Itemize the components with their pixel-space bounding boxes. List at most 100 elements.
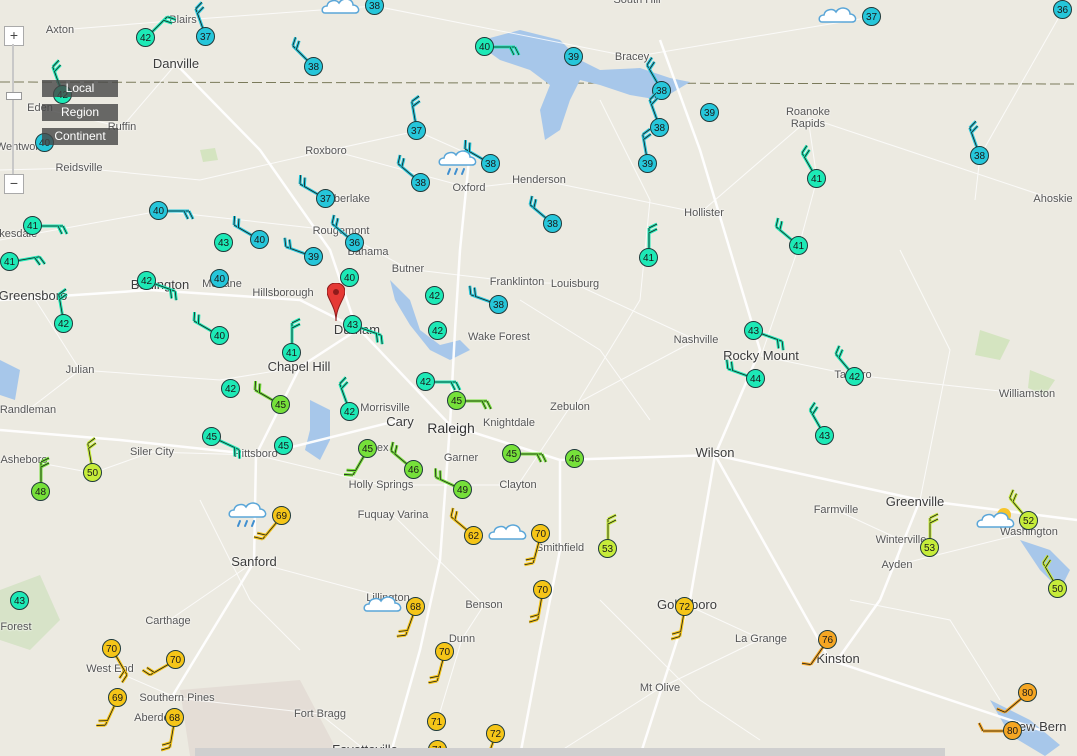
station-temperature[interactable]: 40: [210, 269, 229, 288]
place-label: Mt Olive: [639, 682, 681, 694]
station-temperature[interactable]: 46: [565, 449, 584, 468]
place-label: Sanford: [231, 554, 277, 569]
station-temperature[interactable]: 39: [564, 47, 583, 66]
station-temperature[interactable]: 70: [166, 650, 185, 669]
station-temperature[interactable]: 45: [358, 439, 377, 458]
station-temperature[interactable]: 37: [196, 27, 215, 46]
place-label: Williamston: [998, 388, 1056, 400]
station-temperature[interactable]: 41: [282, 343, 301, 362]
station-temperature[interactable]: 50: [83, 463, 102, 482]
station-temperature[interactable]: 38: [543, 214, 562, 233]
station-temperature[interactable]: 70: [435, 642, 454, 661]
place-label: Roanoke Rapids: [785, 106, 831, 130]
place-label: Wilson: [695, 445, 735, 460]
station-temperature[interactable]: 50: [1048, 579, 1067, 598]
station-temperature[interactable]: 38: [489, 295, 508, 314]
zoom-out-button[interactable]: −: [4, 174, 24, 194]
station-temperature[interactable]: 37: [862, 7, 881, 26]
station-temperature[interactable]: 44: [746, 369, 765, 388]
station-temperature[interactable]: 40: [250, 230, 269, 249]
station-temperature[interactable]: 45: [271, 395, 290, 414]
station-temperature[interactable]: 39: [700, 103, 719, 122]
station-temperature[interactable]: 38: [481, 154, 500, 173]
location-pin-icon[interactable]: [327, 283, 345, 321]
place-label: La Grange: [735, 633, 787, 645]
station-temperature[interactable]: 69: [108, 688, 127, 707]
station-temperature[interactable]: 53: [920, 538, 939, 557]
station-temperature[interactable]: 43: [744, 321, 763, 340]
station-temperature[interactable]: 41: [0, 252, 19, 271]
place-label: Axton: [45, 24, 75, 36]
station-temperature[interactable]: 41: [639, 248, 658, 267]
station-temperature[interactable]: 45: [447, 391, 466, 410]
place-label: South Hill: [613, 0, 661, 6]
station-temperature[interactable]: 49: [453, 480, 472, 499]
station-temperature[interactable]: 62: [464, 526, 483, 545]
station-temperature[interactable]: 76: [818, 630, 837, 649]
place-label: Fort Bragg: [294, 708, 346, 720]
station-temperature[interactable]: 72: [675, 597, 694, 616]
station-temperature[interactable]: 71: [427, 712, 446, 731]
station-temperature[interactable]: 70: [531, 524, 550, 543]
station-temperature[interactable]: 52: [1019, 511, 1038, 530]
station-temperature[interactable]: 40: [210, 326, 229, 345]
station-temperature[interactable]: 45: [202, 427, 221, 446]
weather-map[interactable]: Axton Blairs Danville Eden Ruffin Reidsville R…: [0, 0, 1077, 756]
place-label: Nashville: [673, 334, 719, 346]
place-label: Fuquay Varina: [357, 509, 429, 521]
station-temperature[interactable]: 42: [425, 286, 444, 305]
place-label: Roxboro: [305, 145, 347, 157]
cloud-icon: [818, 7, 857, 23]
place-label: Farmville: [813, 504, 859, 516]
station-temperature[interactable]: 45: [274, 436, 293, 455]
station-temperature[interactable]: 38: [304, 57, 323, 76]
station-temperature[interactable]: 72: [486, 724, 505, 743]
station-temperature[interactable]: 45: [502, 444, 521, 463]
station-temperature[interactable]: 38: [970, 146, 989, 165]
zoom-slider-track[interactable]: [12, 44, 14, 184]
station-temperature[interactable]: 42: [137, 271, 156, 290]
station-temperature[interactable]: 43: [10, 591, 29, 610]
station-temperature[interactable]: 46: [404, 460, 423, 479]
station-temperature[interactable]: 40: [149, 201, 168, 220]
layer-local-button[interactable]: Local: [42, 80, 118, 97]
station-temperature[interactable]: 42: [428, 321, 447, 340]
station-temperature[interactable]: 40: [475, 37, 494, 56]
place-label: Butner: [391, 263, 425, 275]
station-temperature[interactable]: 42: [221, 379, 240, 398]
station-temperature[interactable]: 43: [815, 426, 834, 445]
place-label: Julian: [65, 364, 95, 376]
place-label: Benson: [465, 599, 503, 611]
station-temperature[interactable]: 42: [845, 367, 864, 386]
layer-region-button[interactable]: Region: [42, 104, 118, 121]
station-temperature[interactable]: 42: [136, 28, 155, 47]
station-temperature[interactable]: 53: [598, 539, 617, 558]
station-temperature[interactable]: 41: [789, 236, 808, 255]
station-temperature[interactable]: 39: [304, 247, 323, 266]
zoom-in-button[interactable]: +: [4, 26, 24, 46]
station-temperature[interactable]: 36: [1053, 0, 1072, 19]
station-temperature[interactable]: 41: [807, 169, 826, 188]
layer-continent-button[interactable]: Continent: [42, 128, 118, 145]
station-temperature[interactable]: 80: [1003, 721, 1022, 740]
place-label: Randleman: [0, 404, 57, 416]
station-temperature[interactable]: 37: [407, 121, 426, 140]
station-temperature[interactable]: 68: [406, 597, 425, 616]
station-temperature[interactable]: 48: [31, 482, 50, 501]
place-label: Ahoskie: [1033, 193, 1073, 205]
station-temperature[interactable]: 37: [316, 189, 335, 208]
station-temperature[interactable]: 70: [533, 580, 552, 599]
place-label: Greenville: [885, 494, 945, 509]
station-temperature[interactable]: 38: [411, 173, 430, 192]
station-temperature[interactable]: 68: [165, 708, 184, 727]
place-label: Hollister: [684, 207, 724, 219]
station-temperature[interactable]: 69: [272, 506, 291, 525]
station-temperature[interactable]: 39: [638, 154, 657, 173]
zoom-slider-thumb[interactable]: [6, 92, 22, 100]
bottom-scroll-bar[interactable]: [195, 748, 945, 756]
station-temperature[interactable]: 42: [54, 314, 73, 333]
place-label: Siler City: [129, 446, 175, 458]
place-label: Reidsville: [55, 162, 103, 174]
station-temperature[interactable]: 43: [343, 315, 362, 334]
station-temperature[interactable]: 70: [102, 639, 121, 658]
